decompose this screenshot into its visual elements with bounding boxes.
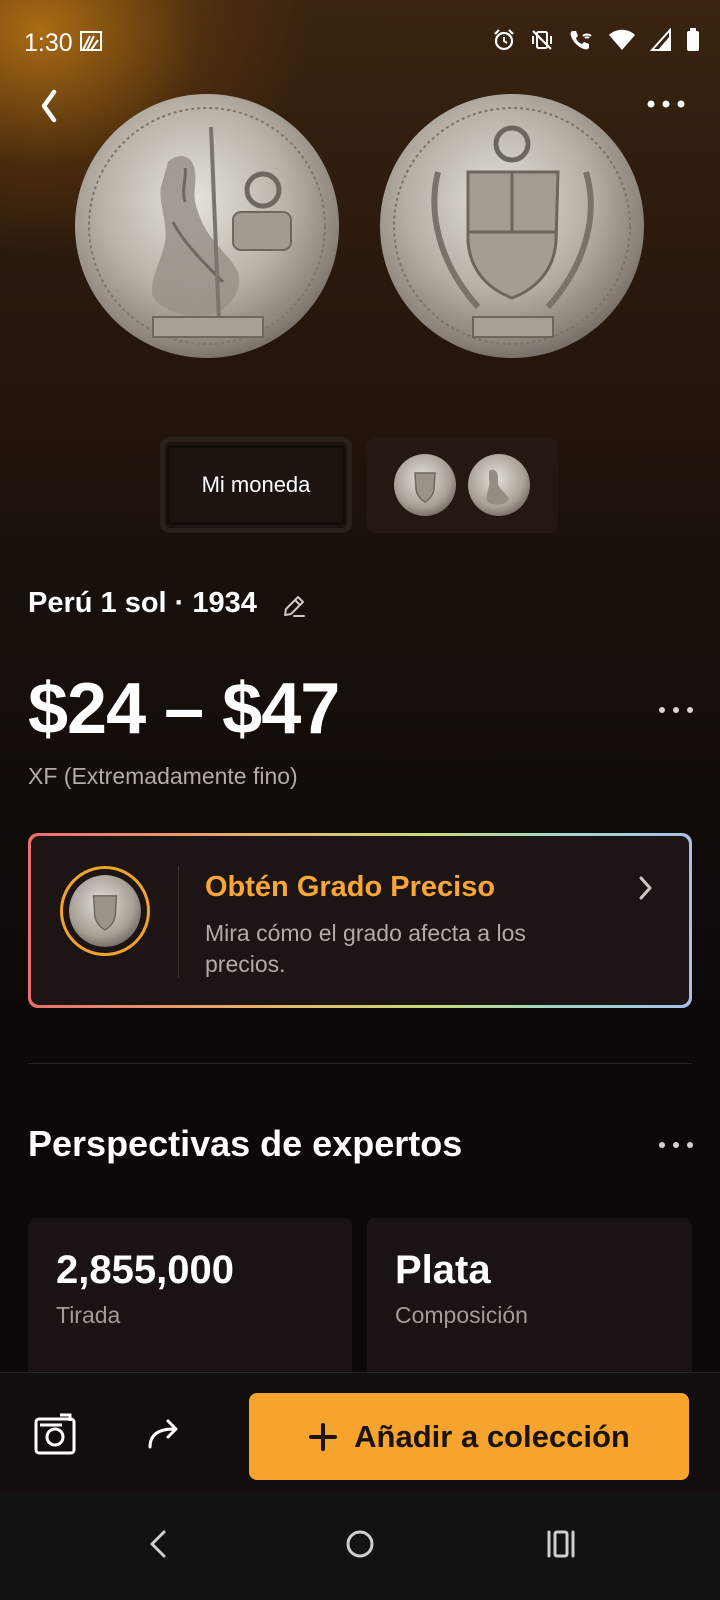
edit-pencil-icon[interactable] — [280, 592, 308, 620]
plus-icon — [309, 1422, 338, 1451]
experts-section-title: Perspectivas de expertos — [28, 1123, 463, 1164]
system-back-icon[interactable] — [146, 1526, 170, 1562]
grade-card-description: Mira cómo el grado afecta a los precios. — [205, 920, 526, 977]
thumbnail-coin-obverse — [468, 454, 530, 516]
section-divider — [28, 1063, 692, 1064]
grade-coin-image — [69, 875, 141, 947]
thumbnail-coin-reverse — [394, 454, 456, 516]
precise-grade-card-body: Obtén Grado Preciso Mira cómo el grado a… — [31, 836, 689, 1005]
precise-grade-card[interactable]: Obtén Grado Preciso Mira cómo el grado a… — [28, 833, 692, 1008]
price-more-icon[interactable] — [656, 700, 696, 720]
wifi-icon — [609, 29, 635, 50]
status-bar: 1:30 — [0, 0, 720, 86]
stat-value: Plata — [395, 1248, 491, 1292]
stat-card-composition[interactable]: Plata Composición — [367, 1218, 692, 1378]
stat-value: 2,855,000 — [56, 1248, 234, 1292]
chevron-right-icon — [639, 876, 652, 900]
coin-title: Perú 1 sol · 1934 — [28, 587, 257, 619]
system-home-icon[interactable] — [345, 1526, 375, 1562]
thumbnail-mi-moneda[interactable]: Mi moneda — [160, 437, 352, 533]
share-icon[interactable] — [142, 1413, 186, 1453]
wifi-call-icon — [570, 31, 592, 50]
experts-more-icon[interactable] — [656, 1135, 696, 1155]
thumbnail-reference-coins[interactable] — [366, 437, 558, 533]
system-recents-icon[interactable] — [545, 1526, 577, 1562]
stat-label: Composición — [395, 1302, 528, 1328]
status-time: 1:30 — [24, 29, 73, 57]
thumbnail-mi-moneda-label: Mi moneda — [201, 472, 311, 497]
vibrate-off-icon — [532, 30, 552, 50]
add-to-collection-label: Añadir a colección — [354, 1418, 630, 1454]
stat-label: Tirada — [56, 1302, 121, 1328]
thumbnail-mi-moneda-frame: Mi moneda — [167, 445, 345, 525]
coin-obverse-image[interactable] — [73, 92, 341, 360]
battery-icon — [687, 28, 699, 51]
alarm-icon — [494, 29, 514, 51]
back-arrow-icon[interactable] — [30, 84, 70, 128]
camera-icon[interactable] — [32, 1411, 78, 1457]
signal-icon — [650, 28, 671, 51]
price-range: $24 – $47 — [28, 669, 340, 749]
more-options-icon[interactable] — [644, 90, 688, 118]
coin-reverse-image[interactable] — [378, 92, 646, 360]
bottom-action-bar: Añadir a colección — [0, 1372, 720, 1492]
grade-card-title: Obtén Grado Preciso — [205, 871, 496, 903]
cast-icon — [80, 31, 102, 51]
grade-coin-ring — [60, 866, 150, 956]
add-to-collection-button[interactable]: Añadir a colección — [249, 1393, 689, 1480]
grade-card-divider — [178, 866, 179, 978]
grade-label: XF (Extremadamente fino) — [28, 763, 298, 789]
stat-card-mintage[interactable]: 2,855,000 Tirada — [28, 1218, 352, 1378]
system-nav-bar — [0, 1492, 720, 1600]
